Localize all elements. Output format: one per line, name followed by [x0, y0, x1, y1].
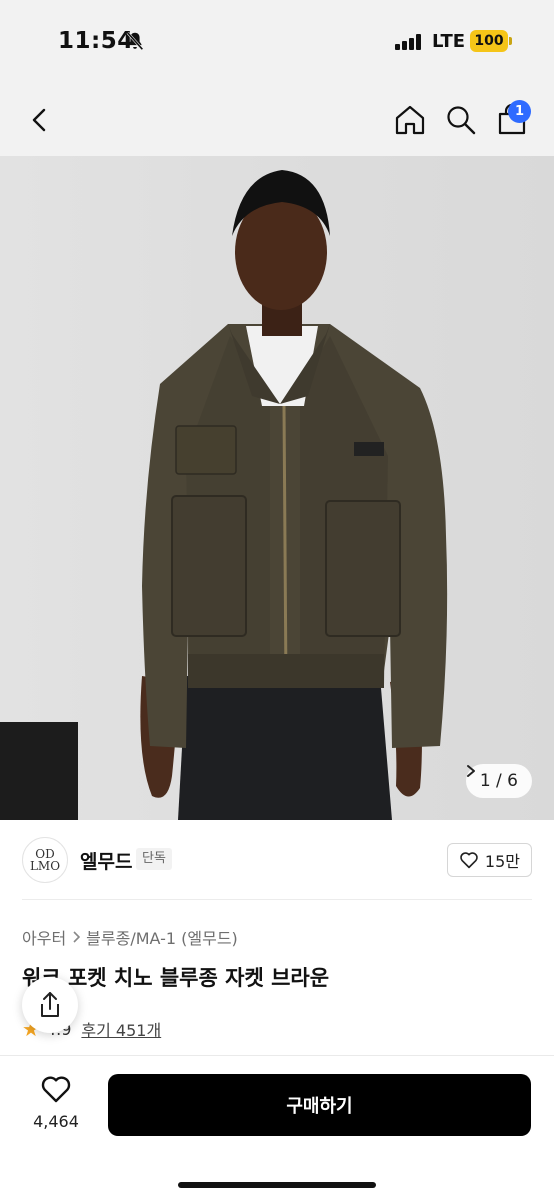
image-counter[interactable]: 1 / 6: [465, 764, 532, 798]
breadcrumb-item[interactable]: 아우터: [22, 925, 66, 949]
bottom-bar: 4,464 구매하기: [0, 1055, 554, 1200]
share-icon: [41, 992, 59, 1017]
chevron-left-icon[interactable]: [24, 104, 56, 136]
wish-count: 4,464: [33, 1112, 79, 1131]
model-photo: [0, 170, 448, 820]
chevron-right-icon: [466, 765, 475, 777]
background-prop: [0, 722, 78, 820]
network-label: LTE: [432, 31, 466, 52]
brand-like-button[interactable]: 15만: [446, 843, 532, 877]
divider: [22, 899, 532, 900]
brand-row: OD LMO 엘무드 단독 15만: [0, 820, 554, 900]
product-image[interactable]: 1 / 6: [0, 156, 554, 820]
brand-like-count: 15만: [484, 852, 520, 871]
heart-icon: [41, 1076, 71, 1103]
buy-button[interactable]: 구매하기: [108, 1074, 531, 1136]
bell-muted-icon: [126, 31, 144, 51]
home-icon[interactable]: [393, 103, 427, 137]
breadcrumb-item[interactable]: 블루종/MA-1 (엘무드): [86, 925, 238, 949]
status-bar: 11:54 LTE 100: [0, 0, 554, 84]
brand-logo-bottom: LMO: [29, 859, 61, 873]
review-link[interactable]: 후기 451개: [81, 1017, 161, 1041]
battery-icon: 100: [470, 30, 508, 52]
nav-bar: 1: [0, 84, 554, 156]
brand-logo[interactable]: OD LMO: [22, 837, 68, 883]
cart-badge: 1: [508, 100, 531, 123]
breadcrumb: 아우터 블루종/MA-1 (엘무드): [22, 925, 238, 949]
wish-button[interactable]: 4,464: [22, 1074, 90, 1131]
brand-name[interactable]: 엘무드: [80, 847, 132, 874]
heart-icon: [460, 852, 478, 869]
signal-icon: [395, 34, 423, 50]
share-button[interactable]: [22, 977, 78, 1033]
chevron-right-icon: [73, 931, 81, 943]
model-trousers: [178, 676, 392, 820]
search-icon[interactable]: [444, 103, 478, 137]
battery-tip: [509, 37, 512, 45]
status-time: 11:54: [58, 28, 134, 54]
home-indicator: [178, 1182, 376, 1188]
image-counter-label: 1 / 6: [479, 771, 518, 791]
exclusive-badge: 단독: [136, 848, 172, 870]
